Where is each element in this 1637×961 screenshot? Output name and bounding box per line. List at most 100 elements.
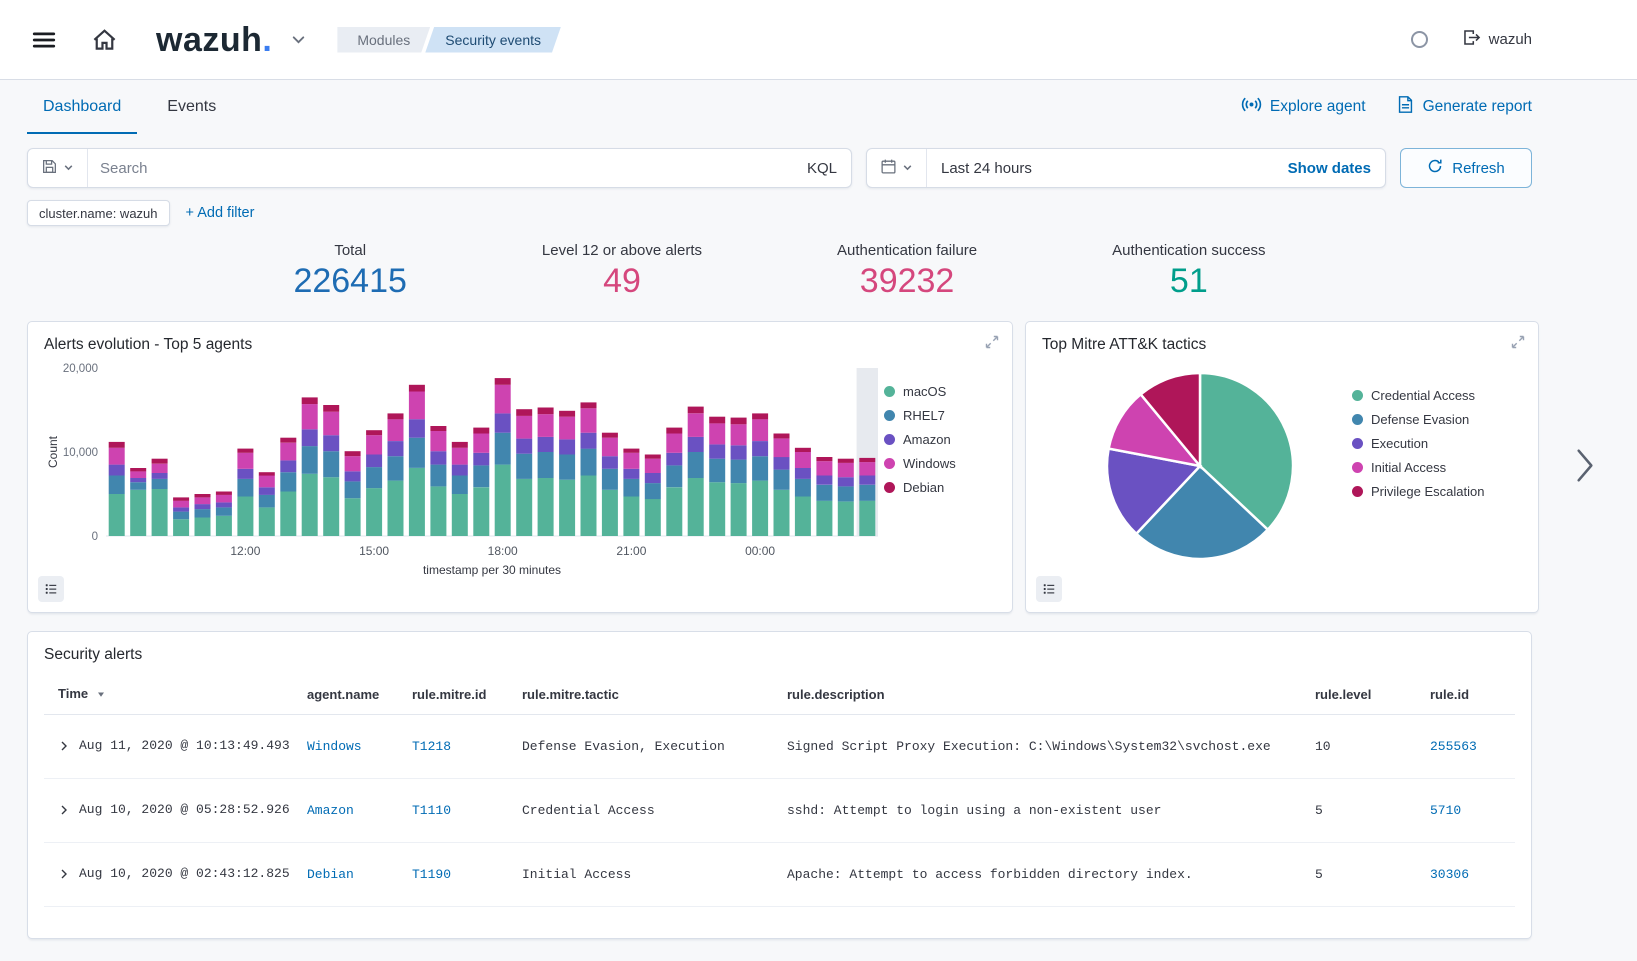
home-icon[interactable] — [87, 22, 122, 57]
bar-segment-Debian[interactable] — [795, 448, 811, 452]
kql-selector[interactable]: KQL — [807, 160, 851, 177]
bar-segment-Amazon[interactable] — [130, 478, 146, 482]
agent-name-link[interactable]: Amazon — [307, 803, 354, 818]
bar-segment-RHEL7[interactable] — [109, 476, 125, 495]
refresh-button[interactable]: Refresh — [1400, 148, 1532, 188]
bar-segment-Windows[interactable] — [709, 424, 725, 445]
pie-legend-item[interactable]: Privilege Escalation — [1352, 484, 1522, 499]
bar-segment-RHEL7[interactable] — [302, 446, 318, 474]
bar-segment-Windows[interactable] — [666, 434, 682, 453]
bar-segment-Windows[interactable] — [130, 471, 146, 478]
bar-segment-Windows[interactable] — [216, 495, 232, 503]
bar-segment-Debian[interactable] — [409, 385, 425, 392]
bar-segment-Amazon[interactable] — [602, 456, 618, 469]
list-icon[interactable] — [1036, 576, 1062, 602]
bar-segment-Debian[interactable] — [345, 451, 361, 456]
bar-segment-macOS[interactable] — [152, 489, 168, 536]
generate-report-button[interactable]: Generate report — [1396, 95, 1532, 119]
bar-segment-macOS[interactable] — [623, 497, 639, 537]
expand-row-icon[interactable] — [58, 740, 70, 752]
menu-icon[interactable] — [27, 23, 61, 57]
column-header-rule-level[interactable]: rule.level — [1307, 674, 1422, 715]
bar-segment-Amazon[interactable] — [752, 441, 768, 456]
bar-segment-macOS[interactable] — [816, 501, 832, 536]
bar-segment-Windows[interactable] — [538, 414, 554, 437]
breadcrumb-modules[interactable]: Modules — [337, 27, 430, 53]
bar-segment-Windows[interactable] — [195, 498, 211, 505]
bar-segment-macOS[interactable] — [345, 498, 361, 536]
bar-segment-macOS[interactable] — [195, 518, 211, 537]
health-ring-icon[interactable] — [1407, 27, 1432, 52]
bar-segment-Amazon[interactable] — [709, 445, 725, 459]
bar-segment-Amazon[interactable] — [816, 476, 832, 485]
bar-segment-Windows[interactable] — [237, 453, 253, 469]
bar-segment-Amazon[interactable] — [838, 477, 854, 486]
column-header-agent-name[interactable]: agent.name — [299, 674, 404, 715]
bar-segment-RHEL7[interactable] — [838, 487, 854, 502]
logo-chevron-down-icon[interactable] — [286, 27, 311, 52]
bar-segment-macOS[interactable] — [752, 481, 768, 536]
bar-segment-macOS[interactable] — [430, 487, 446, 537]
bar-segment-macOS[interactable] — [559, 480, 575, 536]
user-menu[interactable]: wazuh — [1462, 28, 1532, 51]
bar-segment-macOS[interactable] — [280, 492, 296, 537]
bar-segment-Amazon[interactable] — [666, 453, 682, 466]
bar-segment-RHEL7[interactable] — [173, 512, 189, 520]
bar-segment-Debian[interactable] — [173, 498, 189, 501]
bar-segment-Windows[interactable] — [752, 419, 768, 441]
list-icon[interactable] — [38, 576, 64, 602]
bar-segment-macOS[interactable] — [323, 477, 339, 536]
bar-segment-Amazon[interactable] — [323, 435, 339, 451]
bar-segment-Debian[interactable] — [774, 434, 790, 439]
bar-segment-macOS[interactable] — [838, 502, 854, 536]
bar-legend-item[interactable]: Windows — [884, 456, 996, 471]
bar-segment-Debian[interactable] — [581, 403, 597, 409]
bar-segment-macOS[interactable] — [173, 519, 189, 536]
bar-segment-Debian[interactable] — [109, 442, 125, 448]
bar-segment-Windows[interactable] — [581, 408, 597, 432]
expand-icon[interactable] — [984, 334, 1000, 353]
bar-segment-Amazon[interactable] — [495, 414, 511, 433]
bar-segment-macOS[interactable] — [795, 497, 811, 537]
add-filter-button[interactable]: + Add filter — [186, 205, 255, 221]
bar-segment-Amazon[interactable] — [302, 429, 318, 446]
bar-segment-macOS[interactable] — [709, 482, 725, 536]
bar-segment-Amazon[interactable] — [623, 469, 639, 479]
bar-segment-Windows[interactable] — [473, 434, 489, 453]
agent-name-link[interactable]: Debian — [307, 867, 354, 882]
bar-legend-item[interactable]: RHEL7 — [884, 408, 996, 423]
bar-segment-RHEL7[interactable] — [731, 460, 747, 484]
bar-segment-Windows[interactable] — [559, 417, 575, 440]
bar-segment-Debian[interactable] — [366, 430, 382, 435]
bar-segment-RHEL7[interactable] — [666, 466, 682, 488]
bar-segment-Amazon[interactable] — [195, 504, 211, 509]
filter-pill-cluster-name[interactable]: cluster.name: wazuh — [27, 200, 170, 226]
bar-segment-Debian[interactable] — [452, 442, 468, 448]
bar-segment-macOS[interactable] — [774, 490, 790, 536]
bar-segment-Debian[interactable] — [623, 449, 639, 453]
bar-segment-macOS[interactable] — [645, 499, 661, 536]
bar-segment-Debian[interactable] — [816, 457, 832, 461]
pie-legend-item[interactable]: Initial Access — [1352, 460, 1522, 475]
rule-id-link[interactable]: 30306 — [1430, 867, 1469, 882]
bar-segment-Debian[interactable] — [280, 438, 296, 443]
bar-segment-Windows[interactable] — [623, 453, 639, 469]
bar-segment-RHEL7[interactable] — [581, 449, 597, 476]
bar-segment-Debian[interactable] — [152, 459, 168, 464]
bar-segment-Amazon[interactable] — [409, 419, 425, 438]
pie-legend-item[interactable]: Credential Access — [1352, 388, 1522, 403]
bar-segment-Debian[interactable] — [709, 417, 725, 424]
bar-segment-Debian[interactable] — [859, 458, 875, 462]
bar-segment-Amazon[interactable] — [581, 433, 597, 449]
rule-id-link[interactable]: 255563 — [1430, 739, 1477, 754]
bar-segment-Debian[interactable] — [216, 492, 232, 495]
bar-segment-Amazon[interactable] — [774, 457, 790, 470]
bar-segment-Amazon[interactable] — [109, 465, 125, 476]
bar-segment-macOS[interactable] — [366, 488, 382, 536]
expand-row-icon[interactable] — [58, 868, 70, 880]
bar-segment-Windows[interactable] — [173, 501, 189, 508]
bar-segment-macOS[interactable] — [302, 474, 318, 536]
bar-segment-RHEL7[interactable] — [774, 470, 790, 490]
bar-segment-Amazon[interactable] — [173, 508, 189, 512]
bar-segment-Debian[interactable] — [688, 407, 704, 414]
